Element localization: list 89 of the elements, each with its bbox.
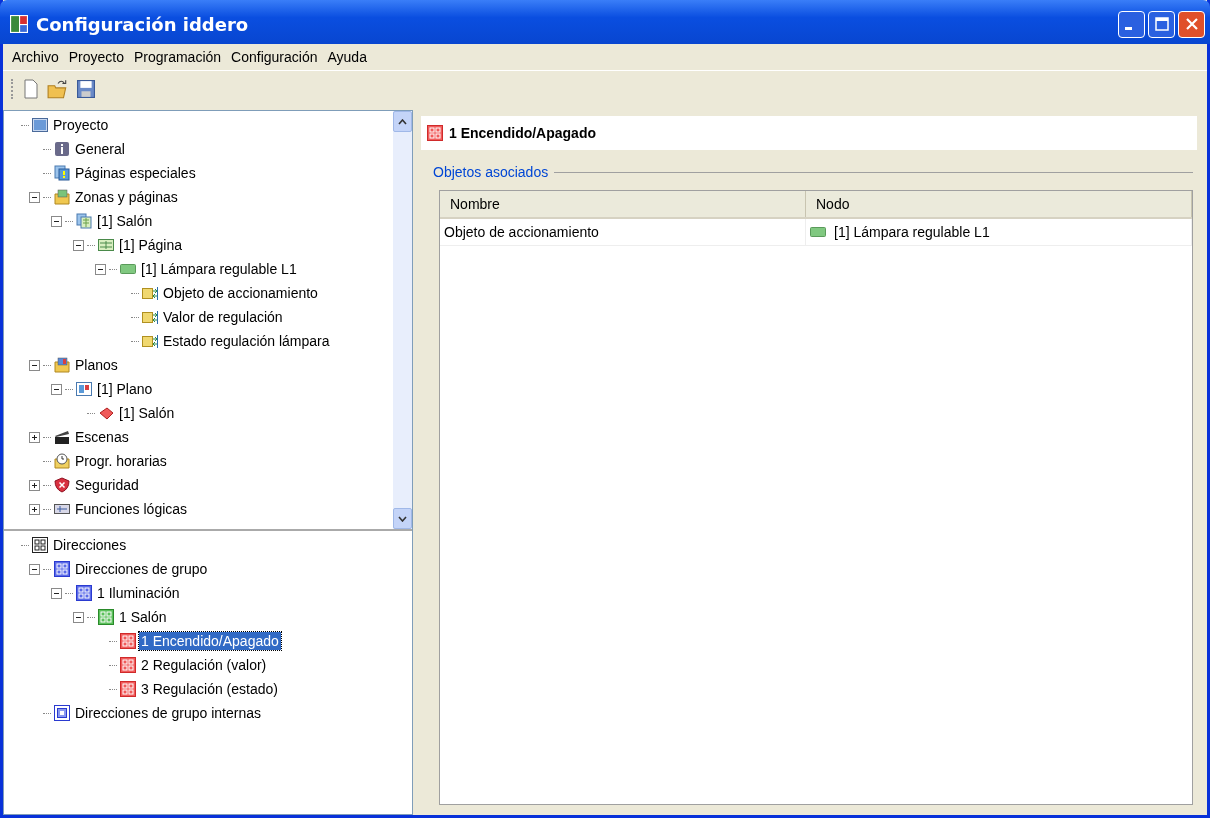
menu-item[interactable]: Configuración	[226, 46, 323, 68]
tree-item[interactable]: Escenas	[73, 428, 131, 446]
new-file-button[interactable]	[23, 79, 39, 99]
plan-icon	[76, 381, 92, 397]
save-button[interactable]	[77, 80, 95, 98]
menu-item[interactable]: Proyecto	[63, 46, 129, 68]
address-square-icon	[54, 705, 70, 721]
tree-item[interactable]: Objeto de accionamiento	[161, 284, 320, 302]
expand-toggle[interactable]	[29, 503, 40, 515]
pages-icon	[76, 213, 92, 229]
clock-icon	[54, 453, 70, 469]
menu-item[interactable]: Programación	[128, 46, 227, 68]
address-grid-icon	[32, 537, 48, 553]
group-title: Objetos asociados	[433, 164, 549, 180]
info-icon	[54, 141, 70, 157]
grid-icon	[98, 237, 114, 253]
tree-item[interactable]: 3 Regulación (estado)	[139, 680, 280, 698]
expand-toggle[interactable]	[29, 431, 40, 443]
tree-item[interactable]: Seguridad	[73, 476, 141, 494]
menu-item[interactable]: Ayuda	[322, 46, 372, 68]
collapse-toggle[interactable]	[29, 191, 40, 203]
window-title: Configuración iddero	[36, 13, 250, 35]
lamp-icon	[120, 261, 136, 277]
address-grid-icon	[54, 561, 70, 577]
clapperboard-icon	[54, 429, 70, 445]
address-grid-icon	[427, 125, 443, 141]
minimize-icon	[1125, 27, 1132, 30]
lamp-icon	[810, 224, 826, 240]
tree-item[interactable]: Estado regulación lámpara	[161, 332, 332, 350]
address-grid-icon	[76, 585, 92, 601]
tree-item[interactable]: Direcciones	[51, 536, 129, 554]
maximize-icon	[1154, 17, 1169, 31]
address-grid-icon	[120, 633, 136, 649]
folder-icon	[47, 79, 69, 99]
tree-item[interactable]: [1] Lámpara regulable L1	[139, 260, 299, 278]
column-header[interactable]: Nombre	[440, 191, 806, 217]
object-icon	[142, 333, 158, 349]
column-header[interactable]: Nodo	[806, 191, 1192, 217]
tree-item[interactable]: [1] Salón	[117, 404, 177, 422]
app-icon	[10, 15, 28, 33]
tree-item[interactable]: Funciones lógicas	[73, 500, 190, 518]
page-icon	[23, 79, 39, 99]
tree-item[interactable]: Direcciones de grupo internas	[73, 704, 263, 722]
collapse-toggle[interactable]	[29, 359, 40, 371]
maximize-button[interactable]	[1148, 10, 1175, 38]
tree-item[interactable]: Zonas y páginas	[73, 188, 180, 206]
table-cell: [1] Lámpara regulable L1	[834, 224, 990, 240]
address-grid-icon	[98, 609, 114, 625]
tree-item[interactable]: General	[73, 140, 127, 158]
tree-item[interactable]: [1] Salón	[95, 212, 155, 230]
collapse-toggle[interactable]	[51, 383, 62, 395]
tree-item[interactable]: Proyecto	[51, 116, 111, 134]
tree-item[interactable]: Progr. horarias	[73, 452, 169, 470]
object-icon	[142, 285, 158, 301]
tree-item[interactable]: Valor de regulación	[161, 308, 285, 326]
open-folder-button[interactable]	[47, 79, 69, 99]
tree-item[interactable]: Páginas especiales	[73, 164, 198, 182]
window-icon	[32, 117, 48, 133]
shield-icon	[54, 477, 70, 493]
folder-icon	[54, 357, 70, 373]
collapse-toggle[interactable]	[95, 263, 106, 275]
tree-item[interactable]: [1] Página	[117, 236, 185, 254]
tree-item[interactable]: 1 Encendido/Apagado	[139, 632, 281, 650]
close-button[interactable]	[1178, 10, 1205, 38]
pages-icon	[54, 165, 70, 181]
address-grid-icon	[120, 681, 136, 697]
tree-item[interactable]: 2 Regulación (valor)	[139, 656, 269, 674]
object-icon	[142, 309, 158, 325]
collapse-toggle[interactable]	[51, 587, 62, 599]
table-cell: Objeto de accionamiento	[444, 224, 599, 240]
address-grid-icon	[120, 657, 136, 673]
tree-item[interactable]: Direcciones de grupo	[73, 560, 210, 578]
collapse-toggle[interactable]	[29, 563, 40, 575]
expand-toggle[interactable]	[29, 479, 40, 491]
minimize-button[interactable]	[1118, 10, 1145, 38]
tree-item[interactable]: 1 Salón	[117, 608, 169, 626]
detail-title: 1 Encendido/Apagado	[449, 125, 596, 141]
tree-item[interactable]: [1] Plano	[95, 380, 155, 398]
logic-icon	[54, 501, 70, 517]
menu-item[interactable]: Archivo	[7, 46, 64, 68]
collapse-toggle[interactable]	[51, 215, 62, 227]
close-icon	[1184, 17, 1199, 31]
diamond-icon	[98, 405, 114, 421]
folder-icon	[54, 189, 70, 205]
tree-item[interactable]: Planos	[73, 356, 120, 374]
collapse-toggle[interactable]	[73, 239, 84, 251]
collapse-toggle[interactable]	[73, 611, 84, 623]
tree-item[interactable]: 1 Iluminación	[95, 584, 182, 602]
scrollbar[interactable]	[393, 111, 412, 529]
